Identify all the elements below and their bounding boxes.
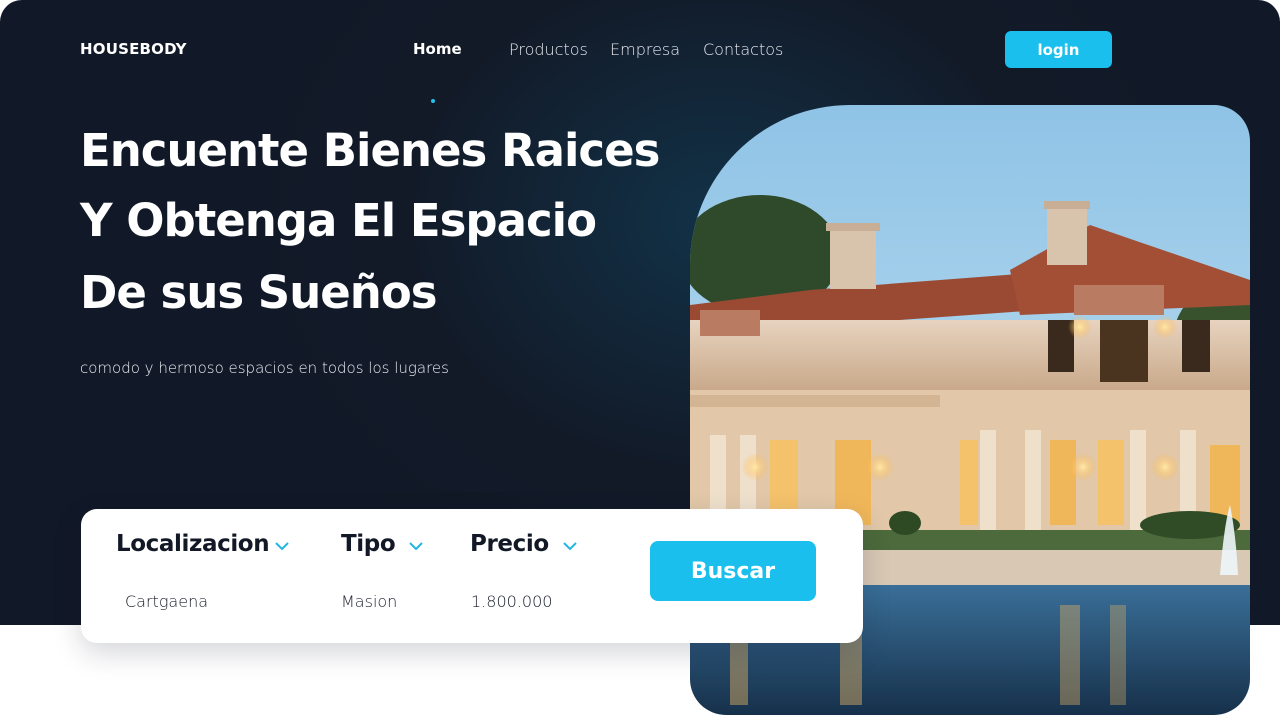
nav-item-productos[interactable]: Productos <box>509 40 588 59</box>
hero-title-line-1: Encuente Bienes Raices <box>80 124 660 177</box>
nav-item-empresa[interactable]: Empresa <box>610 40 680 59</box>
filter-label-price: Precio <box>470 531 549 557</box>
nav-item-contactos[interactable]: Contactos <box>703 40 783 59</box>
filter-label-type: Tipo <box>341 531 396 557</box>
chevron-down-icon[interactable] <box>274 540 290 552</box>
filter-label-location: Localizacion <box>116 531 270 557</box>
search-card: Localizacion Cartgaena Tipo Masion Preci… <box>81 509 863 643</box>
filter-value-location[interactable]: Cartgaena <box>125 592 208 611</box>
search-button[interactable]: Buscar <box>650 541 816 601</box>
hero-subtitle: comodo y hermoso espacios en todos los l… <box>80 359 449 377</box>
login-button[interactable]: login <box>1005 31 1112 68</box>
chevron-down-icon[interactable] <box>408 540 424 552</box>
nav-item-home[interactable]: Home <box>413 40 462 58</box>
filter-value-type[interactable]: Masion <box>341 592 397 611</box>
hero-title-line-3: De sus Sueños <box>80 266 438 319</box>
hero-title-line-2: Y Obtenga El Espacio <box>80 194 597 247</box>
chevron-down-icon[interactable] <box>562 540 578 552</box>
nav-active-indicator <box>431 99 435 103</box>
brand-logo[interactable]: HOUSEBODY <box>80 40 187 58</box>
filter-value-price[interactable]: 1.800.000 <box>471 592 552 611</box>
